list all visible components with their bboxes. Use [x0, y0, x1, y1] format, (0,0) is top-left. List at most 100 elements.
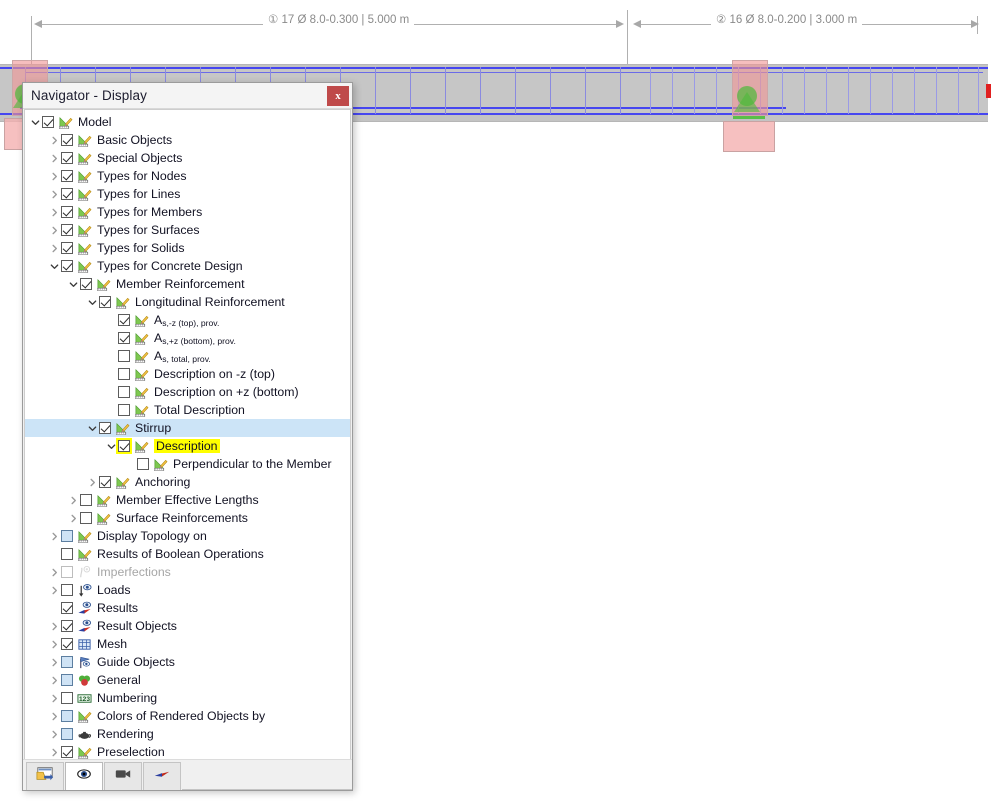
- tree-item-checkbox[interactable]: [118, 314, 130, 326]
- tree-item-checkbox[interactable]: [61, 602, 73, 614]
- tree-item-checkbox[interactable]: [99, 422, 111, 434]
- tree-item-checkbox[interactable]: [61, 530, 73, 542]
- navigator-titlebar[interactable]: Navigator - Display x: [23, 83, 352, 109]
- chevron-right-icon[interactable]: [48, 149, 61, 167]
- chevron-right-icon[interactable]: [48, 689, 61, 707]
- chevron-down-icon[interactable]: [67, 275, 80, 293]
- tree-item-checkbox[interactable]: [61, 224, 73, 236]
- chevron-down-icon[interactable]: [29, 113, 42, 131]
- tree-item[interactable]: Preselection: [25, 743, 350, 759]
- chevron-right-icon[interactable]: [48, 527, 61, 545]
- tree-item-checkbox[interactable]: [118, 332, 130, 344]
- tree-item-checkbox[interactable]: [118, 404, 130, 416]
- chevron-right-icon[interactable]: [48, 167, 61, 185]
- tree-item[interactable]: Basic Objects: [25, 131, 350, 149]
- tree-item[interactable]: Special Objects: [25, 149, 350, 167]
- tree-item-checkbox[interactable]: [61, 692, 73, 704]
- tree-item-checkbox[interactable]: [61, 242, 73, 254]
- tree-item-checkbox[interactable]: [61, 188, 73, 200]
- chevron-right-icon[interactable]: [48, 203, 61, 221]
- tree-item[interactable]: Member Reinforcement: [25, 275, 350, 293]
- views-tab[interactable]: [65, 762, 103, 790]
- navigator-tab-bar[interactable]: [23, 759, 352, 790]
- tree-item[interactable]: Longitudinal Reinforcement: [25, 293, 350, 311]
- chevron-right-icon[interactable]: [48, 617, 61, 635]
- display-tree[interactable]: Model Basic Objects Special Objects Types f…: [24, 109, 351, 759]
- tree-item[interactable]: As,-z (top), prov.: [25, 311, 350, 329]
- tree-item-checkbox[interactable]: [61, 746, 73, 758]
- chevron-right-icon[interactable]: [67, 491, 80, 509]
- chevron-right-icon[interactable]: [48, 653, 61, 671]
- tree-item[interactable]: Imperfections: [25, 563, 350, 581]
- chevron-right-icon[interactable]: [48, 131, 61, 149]
- chevron-right-icon[interactable]: [48, 725, 61, 743]
- tree-item[interactable]: Types for Concrete Design: [25, 257, 350, 275]
- tree-item-checkbox[interactable]: [61, 656, 73, 668]
- tree-item[interactable]: Description: [25, 437, 350, 455]
- tree-item[interactable]: Guide Objects: [25, 653, 350, 671]
- display-tab[interactable]: [26, 762, 64, 790]
- tree-item-checkbox[interactable]: [80, 494, 92, 506]
- tree-item[interactable]: Description on -z (top): [25, 365, 350, 383]
- chevron-right-icon[interactable]: [48, 239, 61, 257]
- chevron-right-icon[interactable]: [48, 635, 61, 653]
- tree-item[interactable]: Types for Members: [25, 203, 350, 221]
- tree-item[interactable]: Display Topology on: [25, 527, 350, 545]
- chevron-down-icon[interactable]: [48, 257, 61, 275]
- chevron-right-icon[interactable]: [48, 743, 61, 759]
- chevron-down-icon[interactable]: [86, 419, 99, 437]
- tree-item-checkbox[interactable]: [99, 476, 111, 488]
- tree-item[interactable]: General: [25, 671, 350, 689]
- tree-item[interactable]: Types for Solids: [25, 239, 350, 257]
- tree-item[interactable]: Types for Surfaces: [25, 221, 350, 239]
- tree-item-checkbox[interactable]: [118, 368, 130, 380]
- chevron-right-icon[interactable]: [48, 707, 61, 725]
- tree-item[interactable]: 123 Numbering: [25, 689, 350, 707]
- tree-item[interactable]: Rendering: [25, 725, 350, 743]
- tree-item-checkbox[interactable]: [137, 458, 149, 470]
- tree-item-checkbox[interactable]: [80, 278, 92, 290]
- tree-item-checkbox[interactable]: [118, 386, 130, 398]
- tree-item[interactable]: Total Description: [25, 401, 350, 419]
- tree-item[interactable]: Member Effective Lengths: [25, 491, 350, 509]
- tree-item[interactable]: Results of Boolean Operations: [25, 545, 350, 563]
- tree-item[interactable]: Colors of Rendered Objects by: [25, 707, 350, 725]
- tree-item[interactable]: As, total, prov.: [25, 347, 350, 365]
- tree-item-checkbox[interactable]: [118, 350, 130, 362]
- tree-item-checkbox[interactable]: [61, 710, 73, 722]
- tree-item[interactable]: As,+z (bottom), prov.: [25, 329, 350, 347]
- chevron-right-icon[interactable]: [48, 671, 61, 689]
- tree-item[interactable]: Types for Nodes: [25, 167, 350, 185]
- chevron-down-icon[interactable]: [105, 437, 118, 455]
- tree-item-checkbox[interactable]: [61, 134, 73, 146]
- camera-tab[interactable]: [104, 762, 142, 790]
- tree-item-checkbox[interactable]: [61, 728, 73, 740]
- chevron-down-icon[interactable]: [86, 293, 99, 311]
- tree-item-checkbox[interactable]: [61, 152, 73, 164]
- tree-item[interactable]: Types for Lines: [25, 185, 350, 203]
- close-icon[interactable]: x: [327, 85, 349, 106]
- tree-item-checkbox[interactable]: [61, 584, 73, 596]
- chevron-right-icon[interactable]: [48, 221, 61, 239]
- chevron-right-icon[interactable]: [86, 473, 99, 491]
- navigator-display-panel[interactable]: Navigator - Display x Model Basic Objects…: [22, 82, 353, 791]
- tree-item[interactable]: Stirrup: [25, 419, 350, 437]
- tree-item[interactable]: Model: [25, 113, 350, 131]
- chevron-right-icon[interactable]: [48, 185, 61, 203]
- tree-item-checkbox[interactable]: [61, 638, 73, 650]
- chevron-right-icon[interactable]: [48, 563, 61, 581]
- tree-item[interactable]: Results: [25, 599, 350, 617]
- tree-item[interactable]: Surface Reinforcements: [25, 509, 350, 527]
- tree-item[interactable]: Anchoring: [25, 473, 350, 491]
- tree-item-checkbox[interactable]: [61, 674, 73, 686]
- tree-item-checkbox[interactable]: [118, 440, 130, 452]
- tree-item[interactable]: Mesh: [25, 635, 350, 653]
- tree-item[interactable]: Loads: [25, 581, 350, 599]
- tree-item[interactable]: Perpendicular to the Member: [25, 455, 350, 473]
- chevron-right-icon[interactable]: [67, 509, 80, 527]
- tree-item-checkbox[interactable]: [61, 170, 73, 182]
- tree-item[interactable]: Description on +z (bottom): [25, 383, 350, 401]
- tree-item-checkbox[interactable]: [61, 206, 73, 218]
- results-tab[interactable]: [143, 762, 181, 790]
- tree-item[interactable]: Result Objects: [25, 617, 350, 635]
